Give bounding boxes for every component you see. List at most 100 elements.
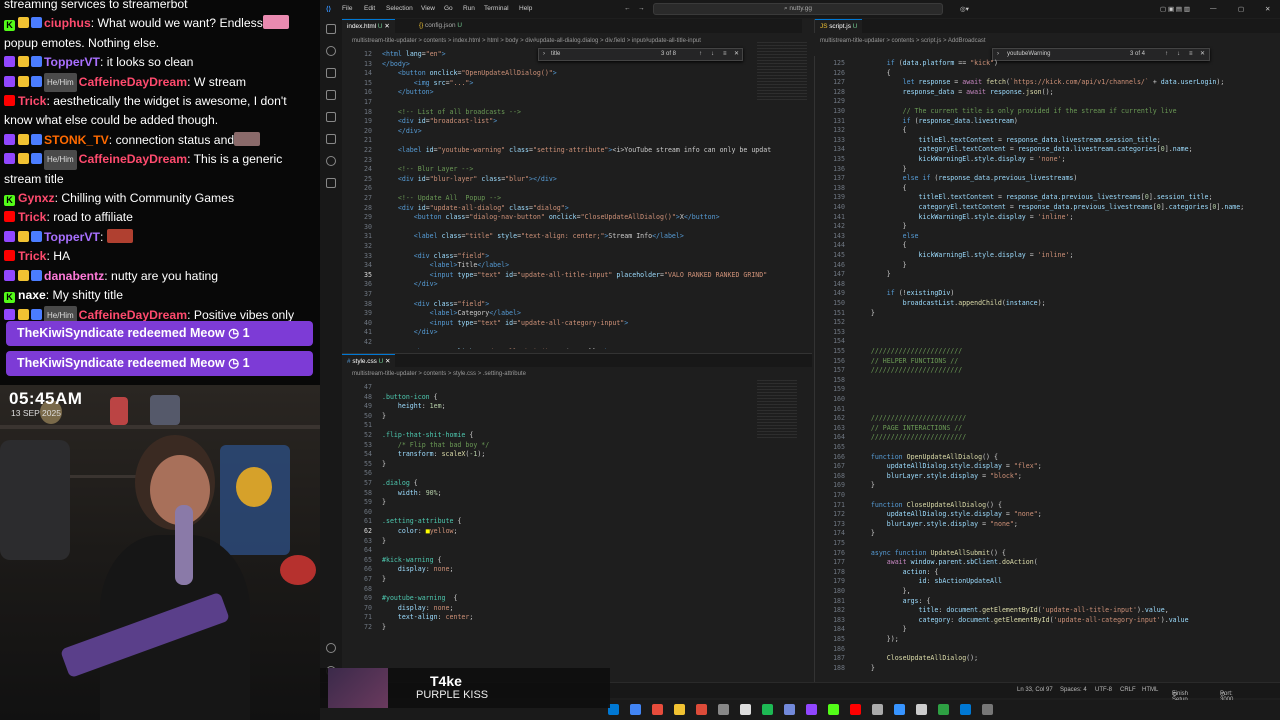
close-icon[interactable]: ✕ [384, 23, 389, 30]
status-eol[interactable]: CRLF [1120, 687, 1136, 693]
code-line[interactable]: 58 width: 90%; [342, 489, 442, 499]
code-line[interactable]: 130 // The current title is only provide… [815, 107, 1176, 117]
code-line[interactable]: 127 let response = await fetch(`https://… [815, 78, 1224, 88]
code-line[interactable]: 72} [342, 623, 386, 633]
code-line[interactable]: 65 #kick-warning { [342, 556, 442, 566]
code-line[interactable]: 133 titleEl.textContent = response_data.… [815, 136, 1161, 146]
code-line[interactable]: 146 } [815, 261, 907, 271]
code-line[interactable]: 183 category: document.getElementById('u… [815, 616, 1188, 626]
code-line[interactable]: 163 // PAGE INTERACTIONS // [815, 424, 962, 434]
code-line[interactable]: 134 categoryEl.textContent = response_da… [815, 145, 1193, 155]
close-icon[interactable]: ✕ [1265, 5, 1270, 13]
code-line[interactable]: 33 <div class="field"> [342, 252, 489, 262]
status-cursor-position[interactable]: Ln 33, Col 97 [1017, 687, 1053, 693]
code-line[interactable]: 180 }, [815, 587, 911, 597]
close-icon[interactable]: ✕ [385, 358, 390, 365]
code-line[interactable]: 54 transform: scaleX(-1); [342, 450, 485, 460]
code-line[interactable]: 125 if (data.platform == "kick") [815, 59, 998, 69]
testing-icon[interactable] [326, 134, 336, 144]
code-line[interactable]: 144 { [815, 241, 907, 251]
code-line[interactable]: 48 .button-icon { [342, 393, 438, 403]
code-line[interactable]: 169 } [815, 481, 875, 491]
minimize-icon[interactable]: — [1210, 5, 1217, 12]
back-arrow-icon[interactable]: ← [624, 5, 631, 12]
layout-icons[interactable]: ▢ ▣ ▤ ▥ [1160, 5, 1190, 13]
chat-username[interactable]: CaffeineDayDream [79, 308, 187, 322]
chat-username[interactable]: CaffeineDayDream [79, 75, 187, 89]
chat-username[interactable]: ciuphus [44, 16, 91, 30]
twitch-icon[interactable] [806, 704, 817, 715]
source-control-icon[interactable] [326, 68, 336, 78]
chrome-icon[interactable] [630, 704, 641, 715]
app-icon[interactable] [982, 704, 993, 715]
code-line[interactable]: 15 <img src="..."> [342, 79, 473, 89]
code-line[interactable]: 67} [342, 575, 386, 585]
code-line[interactable]: 37 [342, 290, 382, 300]
code-line[interactable]: 47 [342, 383, 382, 393]
code-line[interactable]: 159 [815, 385, 855, 395]
code-line[interactable]: 139 titleEl.textContent = response_data.… [815, 193, 1212, 203]
code-line[interactable]: 16 </button> [342, 88, 434, 98]
code-line[interactable]: 63} [342, 537, 386, 547]
code-line[interactable]: 31 <label class="title" style="text-alig… [342, 232, 684, 242]
app-icon[interactable] [938, 704, 949, 715]
code-line[interactable]: 22 <label id="youtube-warning" class="se… [342, 146, 771, 156]
code-line[interactable]: 43 <button onclick="UpdateAllSubmit()">U… [342, 348, 632, 349]
editor-script-js[interactable]: 125 if (data.platform == "kick") 126 {127… [814, 56, 1280, 682]
app-icon[interactable] [740, 704, 751, 715]
code-line[interactable]: 38 <div class="field"> [342, 300, 489, 310]
code-line[interactable]: 157 /////////////////////// [815, 366, 962, 376]
explorer-icon[interactable] [326, 24, 336, 34]
menu-run[interactable]: Run [463, 5, 475, 12]
code-line[interactable]: 170 [815, 491, 855, 501]
kick-icon[interactable] [828, 704, 839, 715]
extensions-icon[interactable] [326, 112, 336, 122]
tab-index-html[interactable]: index.html U ✕ [342, 19, 395, 33]
code-line[interactable]: 176 async function UpdateAllSubmit() { [815, 549, 1006, 559]
copilot-icon[interactable]: ◎▾ [960, 5, 969, 13]
code-line[interactable]: 55} [342, 460, 386, 470]
code-line[interactable]: 12 <html lang="en"> [342, 50, 446, 60]
code-line[interactable]: 181 args: { [815, 597, 930, 607]
discord-icon[interactable] [784, 704, 795, 715]
code-line[interactable]: 175 [815, 539, 855, 549]
code-line[interactable]: 167 updateAllDialog.style.display = "fle… [815, 462, 1042, 472]
tab-script-js[interactable]: JS script.js U [815, 19, 863, 33]
code-line[interactable]: 152 [815, 318, 855, 328]
youtube-icon[interactable] [850, 704, 861, 715]
code-line[interactable]: 66 display: none; [342, 565, 453, 575]
code-line[interactable]: 161 [815, 405, 855, 415]
menu-go[interactable]: Go [444, 5, 453, 12]
forward-arrow-icon[interactable]: → [638, 5, 645, 12]
app-icon[interactable] [718, 704, 729, 715]
code-line[interactable]: 173 blurLayer.style.display = "none"; [815, 520, 1018, 530]
menu-help[interactable]: Help [519, 5, 532, 12]
editor-style-css[interactable]: 47 48 .button-icon {49 height: 1em; 50} 51 52… [342, 380, 812, 680]
browser-icon[interactable] [696, 704, 707, 715]
code-line[interactable]: 184 } [815, 625, 907, 635]
code-line[interactable]: 52 .flip-that-shit-homie { [342, 431, 473, 441]
code-line[interactable]: 136 } [815, 165, 907, 175]
code-line[interactable]: 154 [815, 337, 855, 347]
code-line[interactable]: 187 CloseUpdateAllDialog(); [815, 654, 978, 664]
code-line[interactable]: 155 /////////////////////// [815, 347, 962, 357]
code-line[interactable]: 51 [342, 421, 382, 431]
code-line[interactable]: 153 [815, 328, 855, 338]
code-line[interactable]: 61 .setting-attribute { [342, 517, 461, 527]
app-icon[interactable] [916, 704, 927, 715]
chat-username[interactable]: Trick [18, 249, 46, 263]
code-line[interactable]: 13 </body> [342, 60, 410, 70]
code-line[interactable]: 41 </div> [342, 328, 438, 338]
code-line[interactable]: 27 <!-- Update All Popup --> [342, 194, 501, 204]
chat-username[interactable]: CaffeineDayDream [79, 152, 187, 166]
code-line[interactable]: 142 } [815, 222, 907, 232]
code-line[interactable]: 141 kickWarningEl.style.display = 'inlin… [815, 213, 1073, 223]
code-line[interactable]: 171 function CloseUpdateAllDialog() { [815, 501, 1002, 511]
code-line[interactable]: 174 } [815, 529, 875, 539]
code-line[interactable]: 18 <!-- List of all broadcasts --> [342, 108, 521, 118]
status-encoding[interactable]: UTF-8 [1095, 687, 1112, 693]
vscode-icon[interactable] [894, 704, 905, 715]
maximize-icon[interactable]: ▢ [1238, 5, 1244, 13]
chat-username[interactable]: naxe [18, 288, 46, 302]
code-line[interactable]: 164 //////////////////////// [815, 433, 966, 443]
